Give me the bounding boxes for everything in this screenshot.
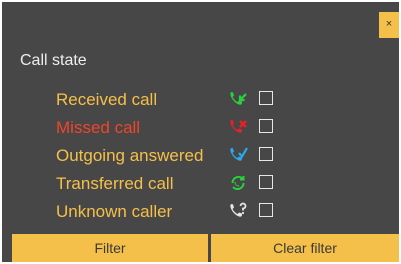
- received-call-checkbox[interactable]: [259, 91, 273, 105]
- filter-row-missed-call: Missed call: [2, 116, 292, 140]
- transferred-call-icon: [228, 173, 248, 193]
- outgoing-answered-checkbox[interactable]: [259, 147, 273, 161]
- call-filter-panel: × Call state Received call Missed call O…: [2, 2, 399, 262]
- outgoing-answered-icon: [228, 145, 248, 165]
- filter-button[interactable]: Filter: [12, 234, 208, 262]
- section-title: Call state: [20, 52, 87, 69]
- close-button[interactable]: ×: [379, 12, 399, 38]
- filter-label-transferred-call: Transferred call: [56, 174, 174, 193]
- clear-filter-button[interactable]: Clear filter: [211, 234, 399, 262]
- transferred-call-checkbox[interactable]: [259, 175, 273, 189]
- unknown-caller-icon: [228, 201, 248, 221]
- filter-row-received-call: Received call: [2, 88, 292, 112]
- missed-call-checkbox[interactable]: [259, 119, 273, 133]
- filter-label-unknown-caller: Unknown caller: [56, 202, 173, 221]
- filter-label-outgoing-answered: Outgoing answered: [56, 146, 204, 165]
- filter-label-received-call: Received call: [56, 90, 158, 109]
- unknown-caller-checkbox[interactable]: [259, 203, 273, 217]
- filter-row-transferred-call: Transferred call: [2, 172, 292, 196]
- missed-call-icon: [228, 117, 248, 137]
- received-call-icon: [228, 89, 248, 109]
- filter-label-missed-call: Missed call: [56, 118, 141, 137]
- filter-row-outgoing-answered: Outgoing answered: [2, 144, 292, 168]
- filter-row-unknown-caller: Unknown caller: [2, 200, 292, 224]
